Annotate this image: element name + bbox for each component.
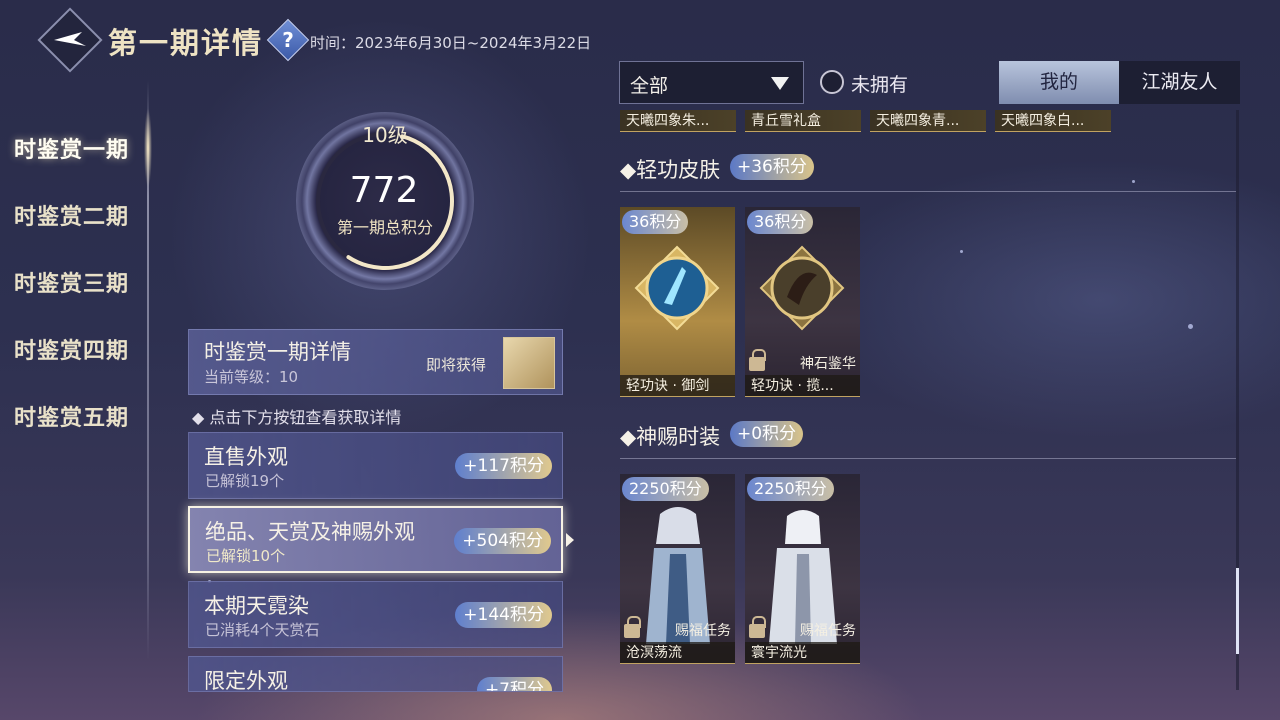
item-tag[interactable]: 天曦四象青... bbox=[870, 110, 986, 132]
sparkle-icon bbox=[1188, 324, 1193, 329]
category-points: +7积分 bbox=[476, 677, 552, 691]
item-points-badge: 2250积分 bbox=[622, 477, 709, 501]
nav-item-period-5[interactable]: 时鉴赏五期 bbox=[14, 400, 129, 432]
section-points: +36积分 bbox=[730, 154, 814, 180]
item-name: 寰宇流光 bbox=[745, 642, 860, 664]
item-source: 神石鉴华 bbox=[800, 356, 856, 372]
lock-icon bbox=[749, 616, 766, 638]
item-tag[interactable]: 天曦四象白... bbox=[995, 110, 1111, 132]
nav-item-period-1[interactable]: 时鉴赏一期 bbox=[14, 132, 129, 164]
item-points-badge: 36积分 bbox=[622, 210, 689, 234]
section-divider bbox=[620, 458, 1236, 459]
item-source: 赐福任务 bbox=[800, 623, 856, 639]
question-icon: ? bbox=[282, 28, 294, 52]
tab-friends[interactable]: 江湖友人 bbox=[1119, 61, 1240, 104]
caret-down-icon bbox=[771, 77, 789, 90]
category-title: 限定外观 bbox=[204, 669, 288, 692]
item-name: 轻功诀 · 揽... bbox=[745, 375, 860, 397]
section-divider bbox=[620, 191, 1236, 192]
category-points: +144积分 bbox=[455, 602, 552, 628]
item-points-badge: 36积分 bbox=[747, 210, 814, 234]
selected-arrow-icon bbox=[566, 533, 574, 547]
item-tag[interactable]: 天曦四象朱... bbox=[620, 110, 736, 132]
nav-active-indicator bbox=[144, 108, 152, 188]
category-points: +117积分 bbox=[455, 453, 552, 479]
item-card[interactable]: 36积分 轻功诀 · 御剑 bbox=[620, 207, 735, 397]
period-detail-title: 时鉴赏一期详情 bbox=[204, 340, 351, 364]
item-card[interactable]: 2250积分 赐福任务 寰宇流光 bbox=[745, 474, 860, 664]
item-card[interactable]: 36积分 神石鉴华 轻功诀 · 揽... bbox=[745, 207, 860, 397]
hint-text: ◆ 点击下方按钮查看获取详情 bbox=[192, 408, 402, 427]
time-range-label: 时间：2023年6月30日~2024年3月22日 bbox=[310, 34, 592, 52]
sword-emblem-icon bbox=[634, 245, 720, 331]
level-label: 10级 bbox=[362, 123, 408, 147]
item-source: 赐福任务 bbox=[675, 623, 731, 639]
category-direct-sale[interactable]: 直售外观 已解锁19个 +117积分 bbox=[188, 432, 563, 499]
reward-chest-icon[interactable] bbox=[503, 337, 555, 389]
section-title-divine: ◆神赐时装 bbox=[620, 425, 721, 449]
page-title: 第一期详情 bbox=[108, 26, 264, 60]
not-owned-radio[interactable] bbox=[820, 70, 844, 94]
lock-icon bbox=[624, 616, 641, 638]
not-owned-label: 未拥有 bbox=[851, 74, 909, 96]
category-limited[interactable]: 限定外观 +7积分 bbox=[188, 656, 563, 692]
sparkle-icon bbox=[1132, 180, 1135, 183]
item-tag[interactable]: 青丘雪礼盒 bbox=[745, 110, 861, 132]
flight-emblem-icon bbox=[759, 245, 845, 331]
section-points: +0积分 bbox=[730, 421, 804, 447]
nav-item-period-4[interactable]: 时鉴赏四期 bbox=[14, 333, 129, 365]
item-card[interactable]: 2250积分 赐福任务 沧溟荡流 bbox=[620, 474, 735, 664]
item-points-badge: 2250积分 bbox=[747, 477, 834, 501]
nav-item-period-2[interactable]: 时鉴赏二期 bbox=[14, 199, 129, 231]
filter-dropdown[interactable]: 全部 bbox=[619, 61, 804, 104]
item-name: 沧溟荡流 bbox=[620, 642, 735, 664]
category-sub: 已解锁10个 bbox=[206, 547, 286, 565]
current-level-label: 当前等级：10 bbox=[204, 368, 299, 386]
category-title: 绝品、天赏及神赐外观 bbox=[205, 520, 415, 544]
category-points: +504积分 bbox=[454, 528, 551, 554]
item-name: 轻功诀 · 御剑 bbox=[620, 375, 735, 397]
category-premium-outfits[interactable]: 绝品、天赏及神赐外观 已解锁10个 +504积分 bbox=[188, 506, 563, 573]
category-dye[interactable]: 本期天霓染 已消耗4个天赏石 +144积分 bbox=[188, 581, 563, 648]
back-arrow-icon bbox=[54, 32, 86, 46]
nav-item-period-3[interactable]: 时鉴赏三期 bbox=[14, 266, 129, 298]
category-sub: 已消耗4个天赏石 bbox=[205, 621, 320, 639]
filter-dropdown-value: 全部 bbox=[630, 75, 669, 97]
coming-soon-label: 即将获得 bbox=[426, 356, 487, 374]
section-title-qinggong: ◆轻功皮肤 bbox=[620, 158, 721, 182]
scrollbar-thumb[interactable] bbox=[1236, 568, 1239, 654]
total-score-label: 第一期总积分 bbox=[336, 218, 433, 237]
lock-icon bbox=[749, 349, 766, 371]
category-title: 直售外观 bbox=[204, 445, 288, 469]
sparkle-icon bbox=[960, 250, 963, 253]
section-title-text: 神赐时装 bbox=[636, 425, 721, 449]
category-title: 本期天霓染 bbox=[204, 594, 309, 618]
category-sub: 已解锁19个 bbox=[205, 472, 285, 490]
tab-mine[interactable]: 我的 bbox=[999, 61, 1119, 104]
section-title-text: 轻功皮肤 bbox=[636, 158, 721, 182]
total-score: 772 bbox=[349, 170, 419, 211]
